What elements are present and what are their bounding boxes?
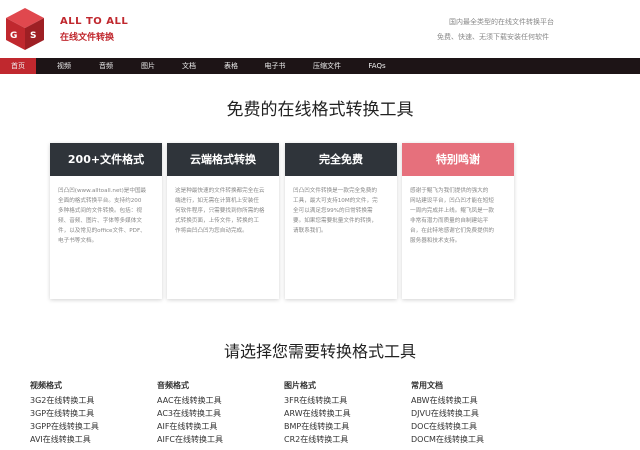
- format-column-audio: 音频格式 AAC在线转换工具 AC3在线转换工具 AIF在线转换工具 AIFC在…: [157, 380, 277, 446]
- card-line: 式转换页面，上传文件，转换的工: [175, 218, 259, 224]
- feature-card-free: 完全免费 凹凸凹文件转换是一款完全免费的 工具，最大可支持10M的文件，完 全可…: [285, 143, 397, 299]
- card-line: 电子书等文档。: [58, 238, 98, 244]
- card-line: 作将由凹凸凹为您自动完成。: [175, 228, 248, 234]
- format-link[interactable]: AVI在线转换工具: [30, 433, 150, 446]
- format-link[interactable]: DOC在线转换工具: [411, 420, 531, 433]
- card-line: 频、音频、图片、字体等多媒体文: [58, 218, 142, 224]
- feature-card-cloud: 云端格式转换 这是种最快速的文件转换都完全在云 端进行，如无需在计算机上安装任 …: [167, 143, 279, 299]
- format-column-video: 视频格式 3G2在线转换工具 3GP在线转换工具 3GPP在线转换工具 AVI在…: [30, 380, 150, 446]
- card-line: 何软件程序，只需要找到你所需的格: [175, 208, 265, 214]
- brand-name[interactable]: ALL TO ALL: [60, 16, 128, 27]
- tagline-primary: 国内最全类型的在线文件转换平台: [449, 18, 554, 26]
- nav-archive[interactable]: 压缩文件: [306, 58, 348, 74]
- format-link[interactable]: 3FR在线转换工具: [284, 394, 404, 407]
- card-line: 非常有潜力而质量的自制建站平: [410, 218, 489, 224]
- format-column-image: 图片格式 3FR在线转换工具 ARW在线转换工具 BMP在线转换工具 CR2在线…: [284, 380, 404, 446]
- card-line: 件，以及常见的office文件、PDF、: [58, 228, 146, 234]
- card-title: 200+文件格式: [50, 143, 162, 176]
- format-link[interactable]: 3GPP在线转换工具: [30, 420, 150, 433]
- format-link[interactable]: AIFC在线转换工具: [157, 433, 277, 446]
- feature-card-formats: 200+文件格式 凹凸凹(www.alltoall.net)是中国最 全面的格式…: [50, 143, 162, 299]
- site-header: G S ALL TO ALL 在线文件转换 国内最全类型的在线文件转换平台 免费…: [0, 0, 640, 58]
- tagline-secondary: 免费、快速、无须下载安装任何软件: [437, 33, 549, 41]
- card-line: 感谢于鲲飞为我们提供的强大的: [410, 188, 489, 194]
- card-line: 全面的格式转换平台。支持约200: [58, 198, 142, 204]
- main-nav: 首页 视频 音频 图片 文档 表格 电子书 压缩文件 FAQs: [0, 58, 640, 74]
- card-line: 这是种最快速的文件转换都完全在云: [175, 188, 265, 194]
- format-link[interactable]: AC3在线转换工具: [157, 407, 277, 420]
- nav-document[interactable]: 文档: [175, 58, 203, 74]
- card-title: 完全免费: [285, 143, 397, 176]
- brand-subtitle: 在线文件转换: [60, 33, 115, 43]
- card-text: 凹凸凹文件转换是一款完全免费的 工具，最大可支持10M的文件，完 全可以满足您9…: [285, 176, 397, 246]
- format-link[interactable]: BMP在线转换工具: [284, 420, 404, 433]
- format-link[interactable]: ARW在线转换工具: [284, 407, 404, 420]
- format-link[interactable]: CR2在线转换工具: [284, 433, 404, 446]
- format-link[interactable]: 3G2在线转换工具: [30, 394, 150, 407]
- column-heading: 音频格式: [157, 381, 189, 390]
- hero-title: 免费的在线格式转换工具: [226, 100, 414, 120]
- card-line: 端进行，如无需在计算机上安装任: [175, 198, 259, 204]
- nav-image[interactable]: 图片: [134, 58, 162, 74]
- nav-video[interactable]: 视频: [50, 58, 78, 74]
- format-link[interactable]: DJVU在线转换工具: [411, 407, 531, 420]
- format-link[interactable]: DOCM在线转换工具: [411, 433, 531, 446]
- card-line: 台，在此特地感谢它们免费提供的: [410, 228, 494, 234]
- cube-logo-icon[interactable]: G S: [4, 6, 46, 52]
- card-text: 凹凸凹(www.alltoall.net)是中国最 全面的格式转换平台。支持约2…: [50, 176, 162, 256]
- nav-ebook[interactable]: 电子书: [258, 58, 292, 74]
- nav-home[interactable]: 首页: [0, 58, 36, 74]
- svg-text:S: S: [30, 31, 36, 41]
- card-line: 要。如果您需要批量文件的转换，: [293, 218, 377, 224]
- svg-text:G: G: [10, 31, 17, 41]
- card-text: 这是种最快速的文件转换都完全在云 端进行，如无需在计算机上安装任 何软件程序，只…: [167, 176, 279, 246]
- card-line: 工具，最大可支持10M的文件，完: [293, 198, 378, 204]
- card-title: 特别鸣谢: [402, 143, 514, 176]
- format-link[interactable]: 3GP在线转换工具: [30, 407, 150, 420]
- card-line: 服务器和技术支持。: [410, 238, 461, 244]
- format-link[interactable]: ABW在线转换工具: [411, 394, 531, 407]
- card-line: 全可以满足您99%的日常转换需: [293, 208, 373, 214]
- column-heading: 视频格式: [30, 381, 62, 390]
- card-text: 感谢于鲲飞为我们提供的强大的 网站建设平台，凹凸凹才能在短短 一周内完成并上线。…: [402, 176, 514, 256]
- nav-audio[interactable]: 音频: [92, 58, 120, 74]
- card-line: 请联系我们。: [293, 228, 327, 234]
- card-line: 凹凸凹文件转换是一款完全免费的: [293, 188, 377, 194]
- card-line: 一周内完成并上线。鲲飞凤是一款: [410, 208, 494, 214]
- column-heading: 图片格式: [284, 381, 316, 390]
- card-line: 凹凸凹(www.alltoall.net)是中国最: [58, 188, 147, 194]
- card-line: 网站建设平台，凹凸凹才能在短短: [410, 198, 494, 204]
- nav-spreadsheet[interactable]: 表格: [217, 58, 245, 74]
- column-heading: 常用文档: [411, 381, 443, 390]
- format-link[interactable]: AIF在线转换工具: [157, 420, 277, 433]
- format-link[interactable]: AAC在线转换工具: [157, 394, 277, 407]
- formats-title: 请选择您需要转换格式工具: [223, 342, 416, 361]
- format-column-documents: 常用文档 ABW在线转换工具 DJVU在线转换工具 DOC在线转换工具 DOCM…: [411, 380, 531, 446]
- feature-card-thanks: 特别鸣谢 感谢于鲲飞为我们提供的强大的 网站建设平台，凹凸凹才能在短短 一周内完…: [402, 143, 514, 299]
- card-title: 云端格式转换: [167, 143, 279, 176]
- card-line: 多种格式间的文件转换。包括：视: [58, 208, 142, 214]
- nav-faqs[interactable]: FAQs: [362, 58, 392, 74]
